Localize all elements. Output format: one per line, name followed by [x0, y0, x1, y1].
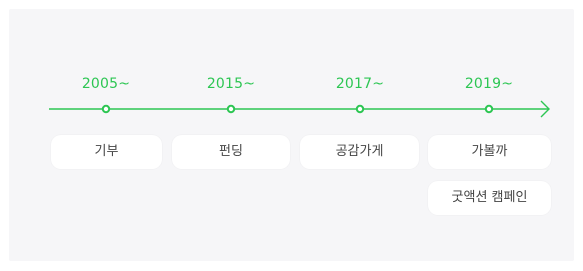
- milestone-card-gabolkka: 가볼까: [428, 135, 551, 169]
- milestone-year-2017: 2017~: [335, 76, 385, 92]
- milestone-card-donation: 기부: [51, 135, 162, 169]
- milestone-year-2015: 2015~: [206, 76, 256, 92]
- milestone-year-2019: 2019~: [464, 76, 514, 92]
- milestone-card-empathy-store: 공감가게: [300, 135, 419, 169]
- milestone-card-good-action-campaign: 굿액션 캠페인: [428, 181, 551, 215]
- milestone-dot-2015: [226, 104, 236, 114]
- milestone-dot-2005: [101, 104, 111, 114]
- milestone-card-funding: 펀딩: [172, 135, 290, 169]
- milestone-year-2005: 2005~: [81, 76, 131, 92]
- milestone-dot-2017: [355, 104, 365, 114]
- milestone-dot-2019: [484, 104, 494, 114]
